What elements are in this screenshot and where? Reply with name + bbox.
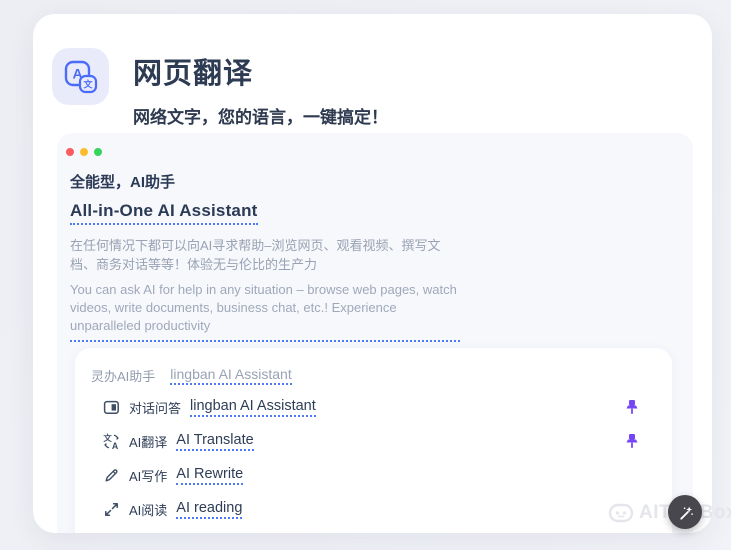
page-subtitle: 网络文字，您的语言，一键搞定！ xyxy=(133,108,388,127)
assistant-menu-card: 灵办AI助手 lingban AI Assistant 对话问答 lingban… xyxy=(75,348,672,533)
panel-heading-zh: 全能型，AI助手 xyxy=(70,174,176,191)
menu-item-chat-qa[interactable]: 对话问答 lingban AI Assistant xyxy=(91,390,672,424)
menu-header-translation: lingban AI Assistant xyxy=(170,366,292,385)
menu-item-translation: AI Rewrite xyxy=(176,466,244,485)
menu-item-ai-translate[interactable]: 文 A AI翻译 AI Translate xyxy=(91,424,672,458)
menu-item-ai-reading[interactable]: AI阅读 AI reading xyxy=(91,492,672,526)
traffic-light-yellow xyxy=(80,148,88,156)
menu-header-label: 灵办AI助手 xyxy=(91,368,156,384)
translate-icon: 文 A xyxy=(103,433,120,450)
pin-icon[interactable] xyxy=(625,434,639,449)
menu-item-label: AI写作 xyxy=(129,468,168,484)
menu-item-ai-drawing[interactable]: ? AI画图 AI drawing xyxy=(91,526,672,533)
menu-item-label: AI阅读 xyxy=(129,502,168,518)
svg-text:A: A xyxy=(112,441,119,450)
page-background: A 文 网页翻译 网络文字，您的语言，一键搞定！ 全能型，AI助手 All-in… xyxy=(0,0,731,550)
expand-arrows-icon xyxy=(103,501,120,518)
panel-heading-en-translation: All-in-One AI Assistant xyxy=(70,201,258,225)
preview-panel: 全能型，AI助手 All-in-One AI Assistant 在任何情况下都… xyxy=(57,133,693,533)
main-card: A 文 网页翻译 网络文字，您的语言，一键搞定！ 全能型，AI助手 All-in… xyxy=(33,14,712,533)
magic-wand-icon xyxy=(680,506,693,520)
panel-heading-en-wrap: All-in-One AI Assistant xyxy=(70,201,693,225)
menu-item-label: 对话问答 xyxy=(129,400,182,416)
translate-app-icon: A 文 xyxy=(64,60,97,93)
pin-icon[interactable] xyxy=(625,400,639,415)
assistant-menu-header: 灵办AI助手 lingban AI Assistant xyxy=(91,360,672,390)
magic-wand-button[interactable] xyxy=(668,495,702,529)
panel-description-zh: 在任何情况下都可以向AI寻求帮助–浏览网页、观看视频、撰写文档、商务对话等等！体… xyxy=(70,238,441,272)
menu-item-translation: AI reading xyxy=(176,500,243,519)
menu-item-translation: AI Translate xyxy=(176,432,254,451)
header: A 文 网页翻译 网络文字，您的语言，一键搞定！ xyxy=(52,48,388,128)
app-icon-tile: A 文 xyxy=(52,48,109,105)
traffic-lights xyxy=(66,148,102,156)
panel-description-en-translation: You can ask AI for help in any situation… xyxy=(70,281,460,342)
menu-item-ai-rewrite[interactable]: AI写作 AI Rewrite xyxy=(91,458,672,492)
traffic-light-red xyxy=(66,148,74,156)
menu-item-label: AI翻译 xyxy=(129,434,168,450)
pencil-icon xyxy=(103,467,120,484)
traffic-light-green xyxy=(94,148,102,156)
menu-item-translation: lingban AI Assistant xyxy=(190,398,316,417)
header-text: 网页翻译 网络文字，您的语言，一键搞定！ xyxy=(133,48,388,128)
svg-text:文: 文 xyxy=(82,78,93,89)
chat-panel-icon xyxy=(103,399,120,416)
page-title: 网页翻译 xyxy=(133,58,254,90)
